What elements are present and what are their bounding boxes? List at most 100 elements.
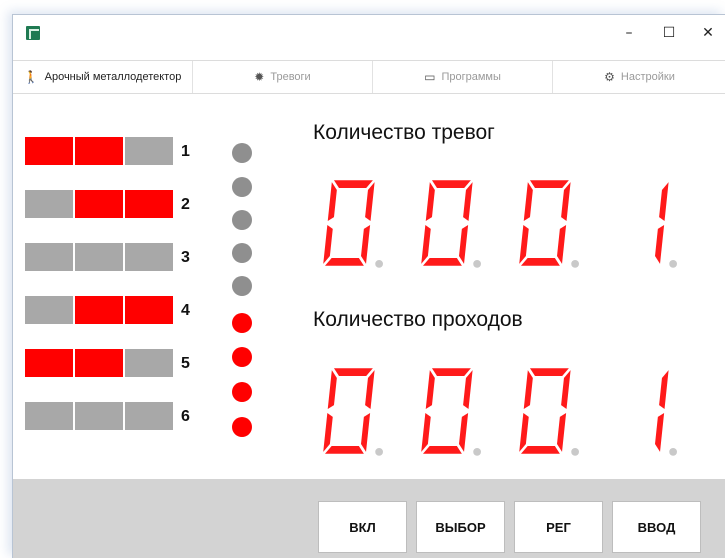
digit-segment [324,446,364,454]
indicator-dot [232,347,252,367]
digit-segment [361,412,371,452]
zone-segment [125,190,173,218]
digit-segment [422,258,462,266]
zone-row [25,190,175,220]
zone-segment [25,349,73,377]
monitor-icon: ▭ [424,70,436,84]
maximize-button[interactable]: ☐ [649,15,689,51]
indicator-dot [232,417,252,437]
decimal-point [375,259,383,268]
gear-icon: ⚙ [604,70,615,84]
digit-segment [459,224,469,264]
zone-segment [75,137,123,165]
close-button[interactable]: ✕ [688,15,725,51]
zone-segment [25,402,73,430]
zone-segment [75,190,123,218]
digit-segment [425,182,435,222]
digit-segment [520,258,560,266]
digit-segment [333,180,373,188]
indicator-dot [232,143,252,163]
seven-segment-digit [519,368,579,456]
tab-metal-detector[interactable]: 🚶 Арочный металлодетектор [13,61,193,93]
tab-alarms[interactable]: ✹ Тревоги [193,61,373,93]
zone-segment [75,349,123,377]
select-button[interactable]: ВЫБОР [416,501,505,553]
indicator-dot [232,313,252,333]
zone-segment [75,243,123,271]
zone-segment [25,243,73,271]
tab-label: Программы [441,71,501,83]
digit-segment [523,182,533,222]
decimal-point [571,447,579,456]
zone-segment [75,402,123,430]
zone-number: 3 [181,249,190,266]
title-bar[interactable]: – ☐ ✕ [13,15,725,51]
digit-segment [422,446,462,454]
zone-number: 4 [181,302,190,319]
zone-number: 5 [181,355,190,372]
zone-row [25,243,175,273]
app-icon [26,26,40,40]
decimal-point [375,447,383,456]
tab-label: Арочный металлодетектор [44,71,182,83]
tab-settings[interactable]: ⚙ Настройки [553,61,725,93]
indicator-dot [232,177,252,197]
digit-segment [431,180,471,188]
zone-number: 1 [181,143,190,160]
digit-segment [327,182,337,222]
seven-segment-digit [323,180,383,268]
minimize-button[interactable]: – [609,15,649,51]
seven-segment-digit [421,180,481,268]
digit-segment [333,368,373,376]
zone-row [25,296,175,326]
zone-segment [125,402,173,430]
seven-segment-digit [421,368,481,456]
digit-segment [529,180,569,188]
digit-segment [459,412,469,452]
alarm-light-icon: ✹ [254,70,265,84]
digit-segment [529,368,569,376]
control-panel: ВКЛ ВЫБОР РЕГ ВВОД [13,479,725,558]
digit-segment [659,370,669,410]
decimal-point [571,259,579,268]
digit-segment [557,412,567,452]
on-button[interactable]: ВКЛ [318,501,407,553]
seven-segment-digit [519,180,579,268]
decimal-point [669,447,677,456]
pass-count-title: Количество проходов [313,308,523,331]
digit-segment [431,368,471,376]
main-panel: 1 2 3 4 5 6 Количество тревог Количество… [13,95,725,558]
zone-row [25,402,175,432]
decimal-point [473,447,481,456]
digit-segment [557,224,567,264]
tab-bar: 🚶 Арочный металлодетектор ✹ Тревоги ▭ Пр… [13,60,725,94]
indicator-dot [232,276,252,296]
seven-segment-digit [655,182,677,268]
app-window: – ☐ ✕ 🚶 Арочный металлодетектор ✹ Тревог… [12,14,725,558]
zone-segment [25,137,73,165]
digit-segment [327,370,337,410]
zone-segment [125,137,173,165]
indicator-dot [232,382,252,402]
zone-row [25,349,175,379]
digit-segment [659,182,669,222]
digit-segment [655,412,665,452]
zone-segment [75,296,123,324]
zone-segment [125,243,173,271]
walking-person-icon: 🚶 [23,70,39,84]
digit-segment [523,370,533,410]
digit-segment [425,370,435,410]
digit-segment [520,446,560,454]
enter-button[interactable]: ВВОД [612,501,701,553]
digit-segment [324,258,364,266]
decimal-point [669,259,677,268]
digit-segment [361,224,371,264]
indicator-dot [232,210,252,230]
tab-label: Настройки [620,71,675,83]
tab-label: Тревоги [270,71,311,83]
reg-button[interactable]: РЕГ [514,501,603,553]
tab-programs[interactable]: ▭ Программы [373,61,553,93]
zone-row [25,137,175,167]
zone-segment [25,190,73,218]
indicator-dot [232,243,252,263]
